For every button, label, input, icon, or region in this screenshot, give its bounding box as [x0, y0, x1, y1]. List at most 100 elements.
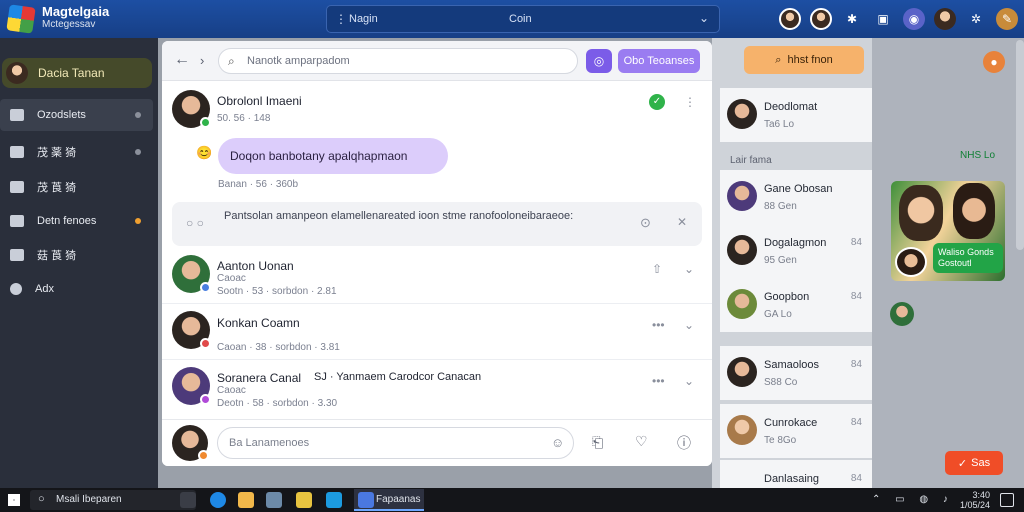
store-icon[interactable]: [326, 492, 342, 508]
item-name: Deodlomat: [764, 101, 818, 113]
item-sub: Ta6 Lo: [764, 119, 795, 130]
contact-meta: Deotn · 58 · sorbdon · 3.30: [217, 398, 338, 409]
system-tray[interactable]: ⌃ ▭ ◍ ♪: [872, 494, 954, 505]
avatar[interactable]: [172, 311, 211, 349]
message-input[interactable]: Ba Lanamenoes ☺: [217, 427, 574, 459]
message-bubble[interactable]: Doqon banbotany apalqhapmaon: [218, 138, 448, 174]
notice-text: Pantsolan amanpeon elamellenareated ioon…: [224, 210, 574, 222]
sidebar-item-5[interactable]: 菇 莨 猗: [0, 239, 153, 271]
feather-icon[interactable]: ✎: [996, 8, 1018, 30]
woman-photo: [953, 183, 995, 239]
avatar[interactable]: [934, 8, 956, 30]
avatar: [727, 181, 757, 211]
record-button[interactable]: ◎: [586, 49, 612, 73]
attach-icon[interactable]: ⎗: [592, 434, 603, 451]
sidebar-item-2[interactable]: 茂 薬 猗: [0, 136, 153, 168]
header-action-button[interactable]: Obo Teoanses: [618, 49, 700, 73]
contact-extra: SJ · Yanmaem Carodcor Canacan: [314, 371, 482, 383]
avatar: [727, 415, 757, 445]
back-arrow-icon[interactable]: ←: [174, 51, 190, 69]
top-search-dropdown[interactable]: ⋮ Nagin Coin ⌄: [326, 5, 720, 33]
image-icon[interactable]: ▣: [872, 8, 894, 30]
list-item[interactable]: Gane Obosan 88 Gen: [720, 170, 872, 224]
contact-sub: Caoac: [217, 273, 246, 284]
close-icon[interactable]: ✕: [677, 215, 687, 229]
forward-chevron-icon[interactable]: ›: [200, 53, 204, 68]
item-sub: Te 8Go: [764, 435, 797, 446]
like-icon[interactable]: ⇧: [652, 262, 662, 276]
taskbar-search[interactable]: ○ Msali Ibeparen: [30, 490, 196, 510]
folder-icon: [10, 146, 24, 158]
more-horizontal-icon[interactable]: •••: [652, 318, 665, 332]
list-item[interactable]: Goopbon GA Lo 84: [720, 278, 872, 332]
list-item[interactable]: Cunrokace Te 8Go 84: [720, 404, 872, 458]
contact-meta: Sootn · 53 · sorbdon · 2.81: [217, 286, 337, 297]
avatar[interactable]: [890, 302, 914, 326]
avatar: [727, 99, 757, 129]
contact-meta: Caoan · 38 · sorbdon · 3.81: [217, 342, 340, 353]
chevron-icon[interactable]: ⌄: [684, 318, 694, 332]
active-app[interactable]: Fapaanas: [354, 489, 424, 511]
list-item[interactable]: Samaoloos S88 Co 84: [720, 346, 872, 400]
clock-icon[interactable]: ⊙: [640, 215, 651, 231]
explorer-icon[interactable]: [238, 492, 254, 508]
more-horizontal-icon[interactable]: •••: [652, 374, 665, 388]
red-button-label: Sas: [971, 457, 991, 469]
avatar[interactable]: [810, 8, 832, 30]
app-icon: [358, 492, 374, 508]
puzzle-icon[interactable]: ✱: [841, 8, 863, 30]
shield-icon[interactable]: ◉: [903, 8, 925, 30]
emoji-icon[interactable]: ☺: [551, 435, 564, 450]
edge-icon[interactable]: [210, 492, 226, 508]
item-name: Danlasaing: [764, 473, 820, 485]
list-item[interactable]: Dogalagmon 95 Gen 84: [720, 224, 872, 278]
clock[interactable]: 3:40 1/05/24: [958, 490, 990, 510]
windows-start-icon[interactable]: [8, 494, 20, 506]
taskbar-search-text: Msali Ibeparen: [56, 494, 122, 505]
divider: [162, 303, 712, 304]
sidebar-item-label: 菇 莨 猗: [37, 250, 77, 262]
more-vertical-icon[interactable]: ⋮: [684, 95, 696, 109]
info-icon[interactable]: ⓘ: [677, 433, 691, 453]
scrollbar[interactable]: [1016, 40, 1024, 250]
item-name: Goopbon: [764, 291, 810, 303]
sidebar-item-label: 茂 薬 猗: [37, 147, 77, 159]
avatar[interactable]: [172, 90, 211, 128]
taskbar: ○ Msali Ibeparen Fapaanas ⌃ ▭ ◍ ♪ 3:40 1…: [0, 488, 1024, 512]
chevron-icon[interactable]: ⌄: [684, 374, 694, 388]
notification-icon[interactable]: ●: [983, 51, 1005, 73]
list-item[interactable]: Danlasaing 84: [720, 460, 872, 488]
home-icon: [10, 109, 24, 121]
folder-icon[interactable]: [296, 492, 312, 508]
brand: Magtelgaia Mctegessav: [42, 5, 109, 31]
chevron-down-icon[interactable]: ⌄: [699, 11, 709, 25]
avatar[interactable]: [172, 367, 211, 405]
sidebar-item-1[interactable]: Ozodslets: [0, 99, 153, 131]
video-preview[interactable]: Waliso Gonds Gostoutl: [891, 181, 1005, 281]
current-user[interactable]: Dacia Tanan: [2, 58, 152, 88]
green-label: NHS Lo: [960, 150, 996, 161]
child-photo: [899, 185, 943, 241]
avatar[interactable]: [779, 8, 801, 30]
contact-meta: 50. 56 · 148: [217, 113, 271, 124]
red-action-button[interactable]: ✓ Sas: [945, 451, 1003, 475]
sidebar-item-3[interactable]: 茂 莨 猗: [0, 171, 153, 203]
status-badge: [200, 338, 211, 349]
contact-name: Aanton Uonan: [217, 259, 294, 273]
search-input[interactable]: ⌕ Nanotk amparpadom: [218, 48, 578, 74]
radio-icon[interactable]: ○ ○: [186, 216, 204, 230]
list-item[interactable]: Deodlomat Ta6 Lo: [720, 88, 872, 142]
check-icon: ✓: [957, 457, 968, 470]
item-name: Gane Obosan: [764, 183, 833, 195]
mail-icon[interactable]: [266, 492, 282, 508]
notification-center-icon[interactable]: [1000, 493, 1014, 507]
avatar[interactable]: [172, 255, 211, 293]
sidebar-item-6[interactable]: Adx: [0, 273, 153, 305]
chevron-icon[interactable]: ⌄: [684, 262, 694, 276]
heart-icon[interactable]: ♡: [635, 433, 648, 450]
sidebar-item-4[interactable]: Detn fenoes: [0, 205, 153, 237]
task-view-icon[interactable]: [180, 492, 196, 508]
item-sub: 95 Gen: [764, 255, 797, 266]
find-button[interactable]: ⌕ hhst fnon: [744, 46, 864, 74]
gear-icon[interactable]: ✲: [965, 8, 987, 30]
